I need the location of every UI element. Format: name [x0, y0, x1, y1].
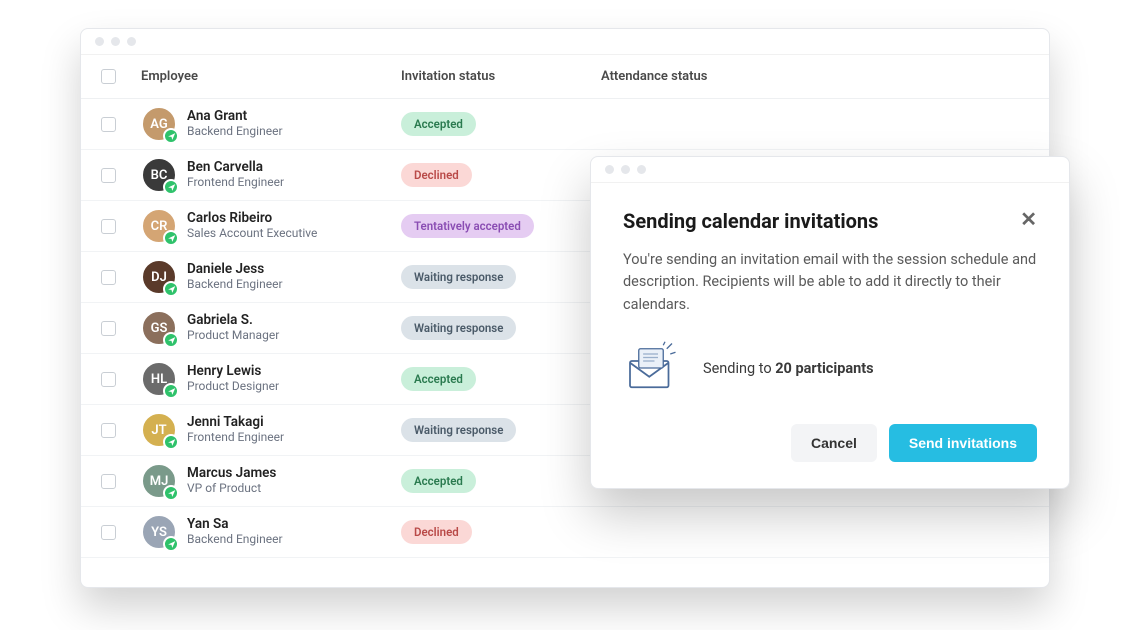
send-invitations-button[interactable]: Send invitations	[889, 424, 1037, 462]
column-header-employee: Employee	[141, 69, 401, 84]
traffic-light-dot	[637, 165, 646, 174]
invitation-status-pill: Waiting response	[401, 316, 516, 340]
avatar: JT	[141, 412, 177, 448]
cancel-button[interactable]: Cancel	[791, 424, 877, 462]
sending-prefix: Sending to	[703, 360, 775, 377]
send-invitations-modal: Sending calendar invitations ✕ You're se…	[590, 156, 1070, 489]
invitation-status-pill: Accepted	[401, 367, 476, 391]
employee-role: Backend Engineer	[187, 277, 283, 293]
row-checkbox[interactable]	[101, 219, 116, 234]
traffic-light-dot	[127, 37, 136, 46]
status-badge-icon	[163, 281, 179, 297]
modal-titlebar	[591, 157, 1069, 183]
invitation-status-pill: Accepted	[401, 112, 476, 136]
employee-role: Frontend Engineer	[187, 430, 284, 446]
employee-role: Frontend Engineer	[187, 175, 284, 191]
traffic-light-dot	[605, 165, 614, 174]
table-row: YS Yan Sa Backend Engineer Declined	[81, 507, 1049, 558]
table-row: AG Ana Grant Backend Engineer Accepted	[81, 99, 1049, 150]
avatar: GS	[141, 310, 177, 346]
employee-name: Gabriela S.	[187, 312, 279, 328]
row-checkbox[interactable]	[101, 321, 116, 336]
row-checkbox[interactable]	[101, 270, 116, 285]
avatar: DJ	[141, 259, 177, 295]
employee-name: Yan Sa	[187, 516, 283, 532]
modal-title: Sending calendar invitations	[623, 209, 878, 233]
invitation-status-pill: Declined	[401, 163, 472, 187]
status-badge-icon	[163, 332, 179, 348]
select-all-checkbox[interactable]	[101, 69, 116, 84]
invitation-status-pill: Accepted	[401, 469, 476, 493]
row-checkbox[interactable]	[101, 474, 116, 489]
status-badge-icon	[163, 383, 179, 399]
sending-text: Sending to 20 participants	[703, 360, 874, 377]
close-icon[interactable]: ✕	[1020, 209, 1037, 229]
invitation-status-pill: Tentatively accepted	[401, 214, 534, 238]
invitation-status-pill: Waiting response	[401, 418, 516, 442]
status-badge-icon	[163, 536, 179, 552]
status-badge-icon	[163, 128, 179, 144]
employee-name: Daniele Jess	[187, 261, 283, 277]
employee-role: VP of Product	[187, 481, 276, 497]
row-checkbox[interactable]	[101, 168, 116, 183]
employee-name: Marcus James	[187, 465, 276, 481]
status-badge-icon	[163, 230, 179, 246]
avatar: YS	[141, 514, 177, 550]
employee-name: Ben Carvella	[187, 159, 284, 175]
envelope-icon	[623, 340, 679, 396]
window-titlebar	[81, 29, 1049, 55]
sending-count: 20 participants	[775, 360, 873, 377]
avatar: MJ	[141, 463, 177, 499]
modal-description: You're sending an invitation email with …	[623, 249, 1037, 316]
employee-name: Jenni Takagi	[187, 414, 284, 430]
status-badge-icon	[163, 485, 179, 501]
employee-role: Backend Engineer	[187, 124, 283, 140]
column-header-invitation: Invitation status	[401, 69, 601, 84]
column-header-attendance: Attendance status	[601, 69, 1029, 84]
invitation-status-pill: Declined	[401, 520, 472, 544]
employee-role: Product Manager	[187, 328, 279, 344]
employee-name: Ana Grant	[187, 108, 283, 124]
row-checkbox[interactable]	[101, 423, 116, 438]
traffic-light-dot	[621, 165, 630, 174]
employee-role: Sales Account Executive	[187, 226, 317, 242]
avatar: BC	[141, 157, 177, 193]
employee-role: Backend Engineer	[187, 532, 283, 548]
employee-name: Carlos Ribeiro	[187, 210, 317, 226]
avatar: HL	[141, 361, 177, 397]
avatar: AG	[141, 106, 177, 142]
avatar: CR	[141, 208, 177, 244]
status-badge-icon	[163, 179, 179, 195]
employee-name: Henry Lewis	[187, 363, 279, 379]
row-checkbox[interactable]	[101, 117, 116, 132]
table-header-row: Employee Invitation status Attendance st…	[81, 55, 1049, 99]
traffic-light-dot	[111, 37, 120, 46]
employee-role: Product Designer	[187, 379, 279, 395]
traffic-light-dot	[95, 37, 104, 46]
status-badge-icon	[163, 434, 179, 450]
row-checkbox[interactable]	[101, 372, 116, 387]
row-checkbox[interactable]	[101, 525, 116, 540]
sending-summary: Sending to 20 participants	[623, 340, 1037, 396]
invitation-status-pill: Waiting response	[401, 265, 516, 289]
